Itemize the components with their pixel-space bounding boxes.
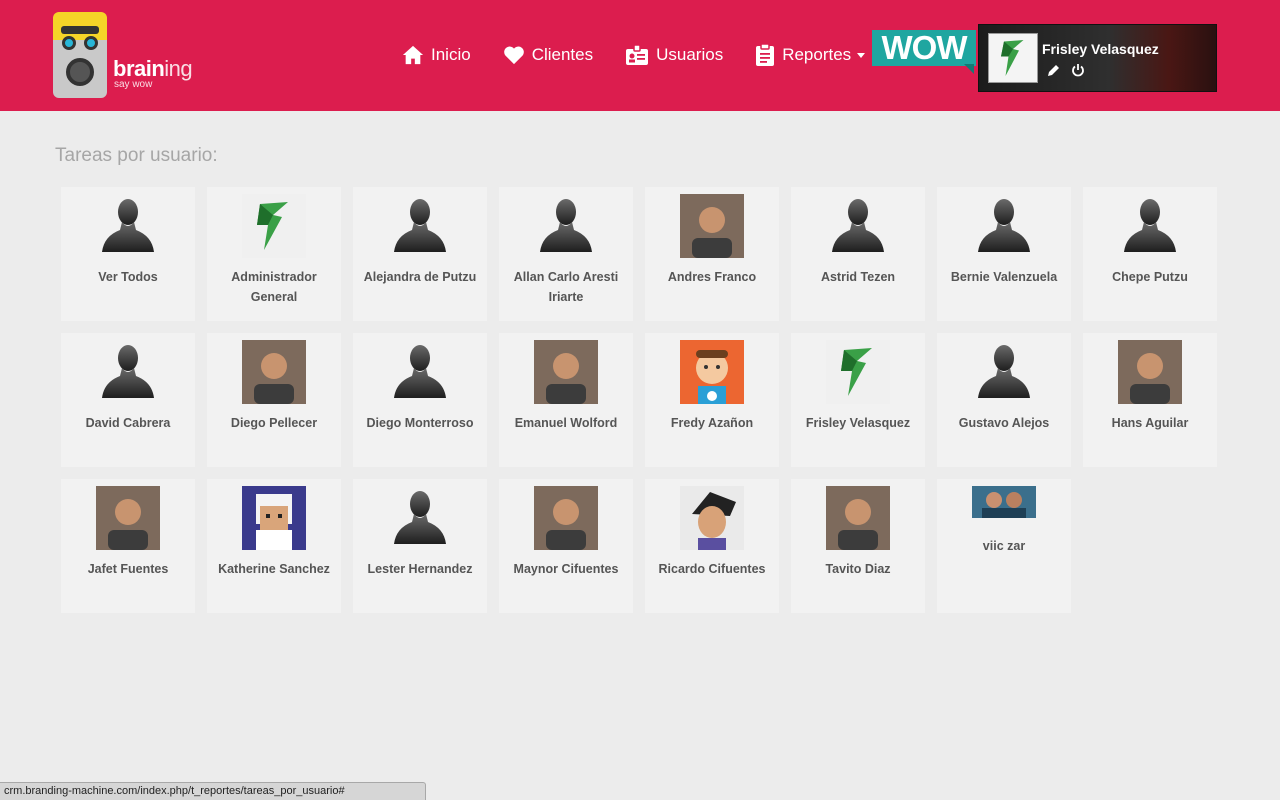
nav-reportes[interactable]: Reportes	[755, 43, 866, 67]
robot-logo-icon	[53, 12, 107, 98]
user-panel: Frisley Velasquez	[978, 24, 1217, 92]
nav-usuarios[interactable]: Usuarios	[625, 44, 723, 66]
user-avatar	[1118, 340, 1182, 404]
main-nav: Inicio Clientes Usuarios Reportes	[402, 40, 897, 70]
user-card[interactable]: Katherine Sanchez	[207, 479, 341, 613]
nav-clientes-label: Clientes	[531, 45, 594, 64]
user-name: Hans Aguilar	[1111, 416, 1189, 430]
user-avatar	[242, 194, 306, 258]
user-avatar	[680, 340, 744, 404]
wow-badge-text: WOW	[872, 30, 976, 66]
user-name: Lester Hernandez	[367, 562, 473, 576]
user-name: Diego Monterroso	[366, 416, 474, 430]
user-avatar	[972, 340, 1036, 404]
user-card[interactable]: Diego Monterroso	[353, 333, 487, 467]
user-card[interactable]: Lester Hernandez	[353, 479, 487, 613]
user-avatar	[534, 340, 598, 404]
power-icon[interactable]	[1071, 63, 1085, 77]
user-name: Jafet Fuentes	[87, 562, 169, 576]
user-card[interactable]: David Cabrera	[61, 333, 195, 467]
user-name: Astrid Tezen	[820, 270, 896, 284]
clipboard-icon	[756, 43, 775, 66]
user-avatar	[388, 340, 452, 404]
user-card[interactable]: Bernie Valenzuela	[937, 187, 1071, 321]
user-card[interactable]: Alejandra de Putzu	[353, 187, 487, 321]
user-card[interactable]: Tavito Diaz	[791, 479, 925, 613]
user-card[interactable]: Ricardo Cifuentes	[645, 479, 779, 613]
user-avatar	[826, 194, 890, 258]
user-name: Katherine Sanchez	[218, 562, 330, 576]
user-avatar	[388, 194, 452, 258]
user-actions	[1047, 63, 1095, 77]
user-avatar	[388, 486, 452, 550]
user-avatar	[972, 194, 1036, 258]
user-name: Chepe Putzu	[1112, 270, 1188, 284]
user-card[interactable]: Hans Aguilar	[1083, 333, 1217, 467]
user-name: Ricardo Cifuentes	[658, 562, 766, 576]
user-avatar	[972, 486, 1036, 518]
status-bar-url: crm.branding-machine.com/index.php/t_rep…	[0, 782, 426, 800]
user-avatar	[96, 194, 160, 258]
user-card[interactable]: Astrid Tezen	[791, 187, 925, 321]
user-avatar	[680, 194, 744, 258]
nav-clientes[interactable]: Clientes	[503, 45, 593, 65]
user-avatar	[242, 340, 306, 404]
user-card[interactable]: Allan Carlo Aresti Iriarte	[499, 187, 633, 321]
user-card[interactable]: Maynor Cifuentes	[499, 479, 633, 613]
nav-usuarios-label: Usuarios	[656, 45, 724, 64]
user-avatar	[242, 486, 306, 550]
user-name[interactable]: Frisley Velasquez	[1042, 41, 1159, 57]
page-title: Tareas por usuario:	[55, 145, 218, 166]
user-name: Maynor Cifuentes	[513, 562, 619, 576]
user-card[interactable]: Chepe Putzu	[1083, 187, 1217, 321]
user-name: Tavito Diaz	[825, 562, 891, 576]
user-card[interactable]: viic zar	[937, 479, 1071, 613]
user-name: Gustavo Alejos	[958, 416, 1050, 430]
id-badge-icon	[626, 44, 649, 65]
nav-reportes-label: Reportes	[782, 45, 852, 64]
user-card[interactable]: Andres Franco	[645, 187, 779, 321]
pencil-icon[interactable]	[1047, 63, 1061, 77]
user-name: Bernie Valenzuela	[950, 270, 1058, 284]
wow-badge: WOW	[872, 30, 976, 76]
user-name: Ver Todos	[98, 270, 158, 284]
user-name: Allan Carlo Aresti Iriarte	[513, 270, 619, 304]
user-name: David Cabrera	[85, 416, 171, 430]
user-card[interactable]: Jafet Fuentes	[61, 479, 195, 613]
user-avatar	[680, 486, 744, 550]
user-card[interactable]: Emanuel Wolford	[499, 333, 633, 467]
user-card[interactable]: Ver Todos	[61, 187, 195, 321]
brand-logo[interactable]: braining say wow	[53, 12, 193, 98]
user-avatar	[96, 486, 160, 550]
brand-tagline: say wow	[114, 79, 153, 90]
user-name: Administrador General	[231, 270, 317, 304]
user-avatar	[1118, 194, 1182, 258]
chevron-down-icon	[857, 52, 866, 58]
home-icon	[402, 45, 424, 65]
user-name: Andres Franco	[667, 270, 757, 284]
user-name: Alejandra de Putzu	[363, 270, 477, 284]
user-name: Emanuel Wolford	[514, 416, 618, 430]
nav-inicio-label: Inicio	[431, 45, 471, 64]
user-name: Fredy Azañon	[670, 416, 754, 430]
nav-inicio[interactable]: Inicio	[402, 44, 471, 66]
user-avatar	[96, 340, 160, 404]
user-card[interactable]: Frisley Velasquez	[791, 333, 925, 467]
user-avatar[interactable]	[988, 33, 1038, 83]
user-card[interactable]: Gustavo Alejos	[937, 333, 1071, 467]
heart-icon	[503, 46, 524, 65]
user-name: Frisley Velasquez	[805, 416, 911, 430]
user-card[interactable]: Administrador General	[207, 187, 341, 321]
user-avatar	[534, 194, 598, 258]
user-card[interactable]: Diego Pellecer	[207, 333, 341, 467]
user-avatar	[534, 486, 598, 550]
user-name: viic zar	[982, 539, 1026, 553]
user-name: Diego Pellecer	[230, 416, 318, 430]
top-header: braining say wow Inicio Clientes Usuario…	[0, 0, 1280, 111]
user-card[interactable]: Fredy Azañon	[645, 333, 779, 467]
user-avatar	[826, 340, 890, 404]
user-avatar	[826, 486, 890, 550]
